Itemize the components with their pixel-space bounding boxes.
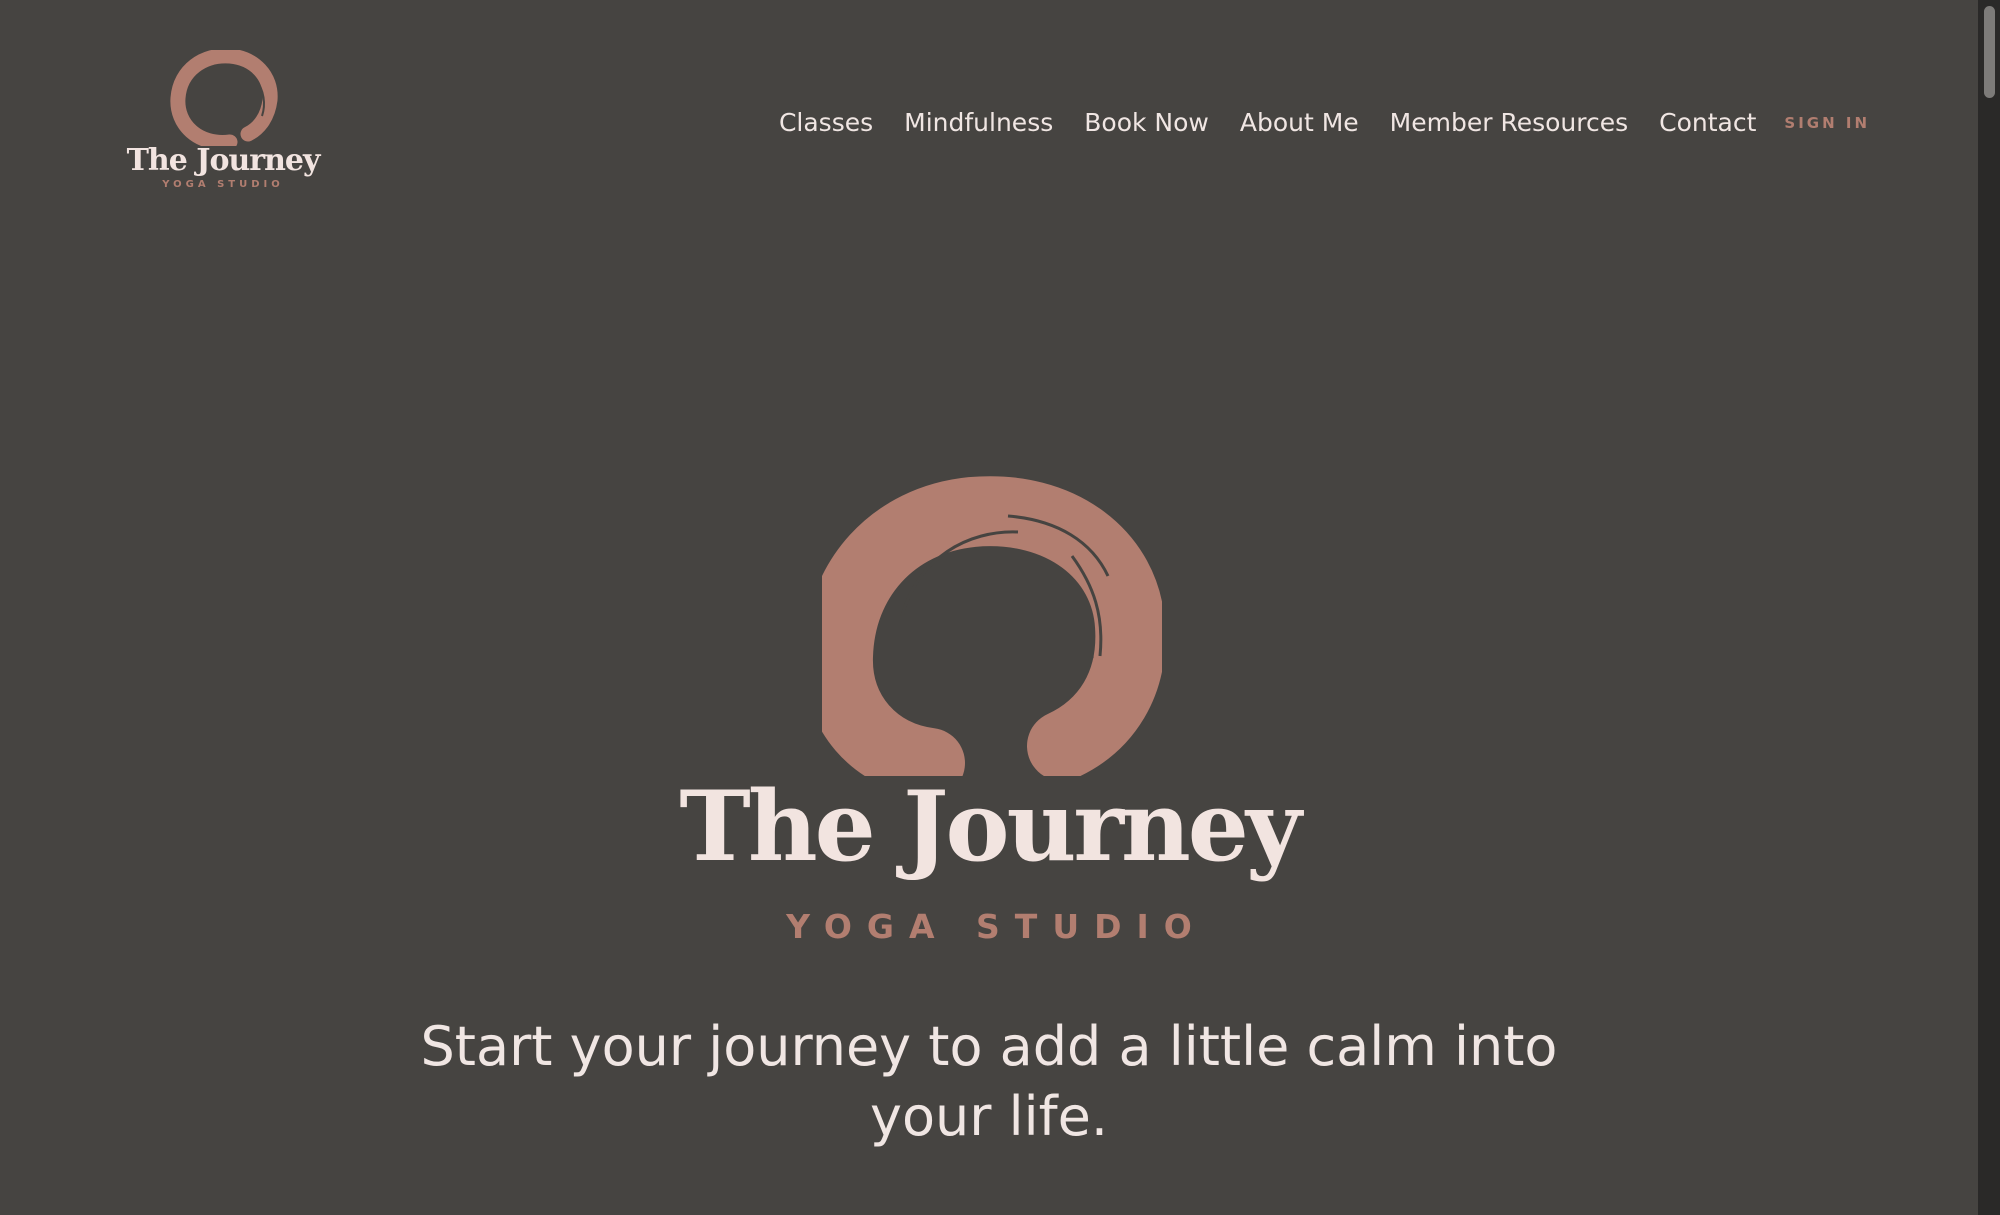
nav-item-book-now[interactable]: Book Now [1084,108,1209,137]
hero-subtitle: YOGA STUDIO [786,907,1207,946]
nav-item-mindfulness[interactable]: Mindfulness [904,108,1053,137]
enso-circle-icon [170,50,278,146]
nav-item-classes[interactable]: Classes [779,108,873,137]
scrollbar-thumb[interactable] [1984,6,1995,98]
main-nav: Classes Mindfulness Book Now About Me Me… [779,108,1870,137]
hero-title: The Journey [679,770,1301,883]
header-logo-title: The Journey [126,143,321,178]
nav-item-member-resources[interactable]: Member Resources [1390,108,1628,137]
header-logo-subtitle: YOGA STUDIO [162,179,284,190]
site-header: The Journey YOGA STUDIO Classes Mindfuln… [0,0,1978,230]
hero-tagline: Start your journey to add a little calm … [420,1015,1558,1148]
sign-in-link[interactable]: SIGN IN [1784,114,1870,132]
nav-item-about-me[interactable]: About Me [1240,108,1359,137]
nav-item-contact[interactable]: Contact [1659,108,1756,137]
hero-enso-circle-icon [822,476,1162,776]
page-scrollbar[interactable] [1978,0,2000,1215]
page: The Journey YOGA STUDIO Classes Mindfuln… [0,0,1978,1215]
header-logo[interactable]: The Journey YOGA STUDIO [118,50,328,205]
